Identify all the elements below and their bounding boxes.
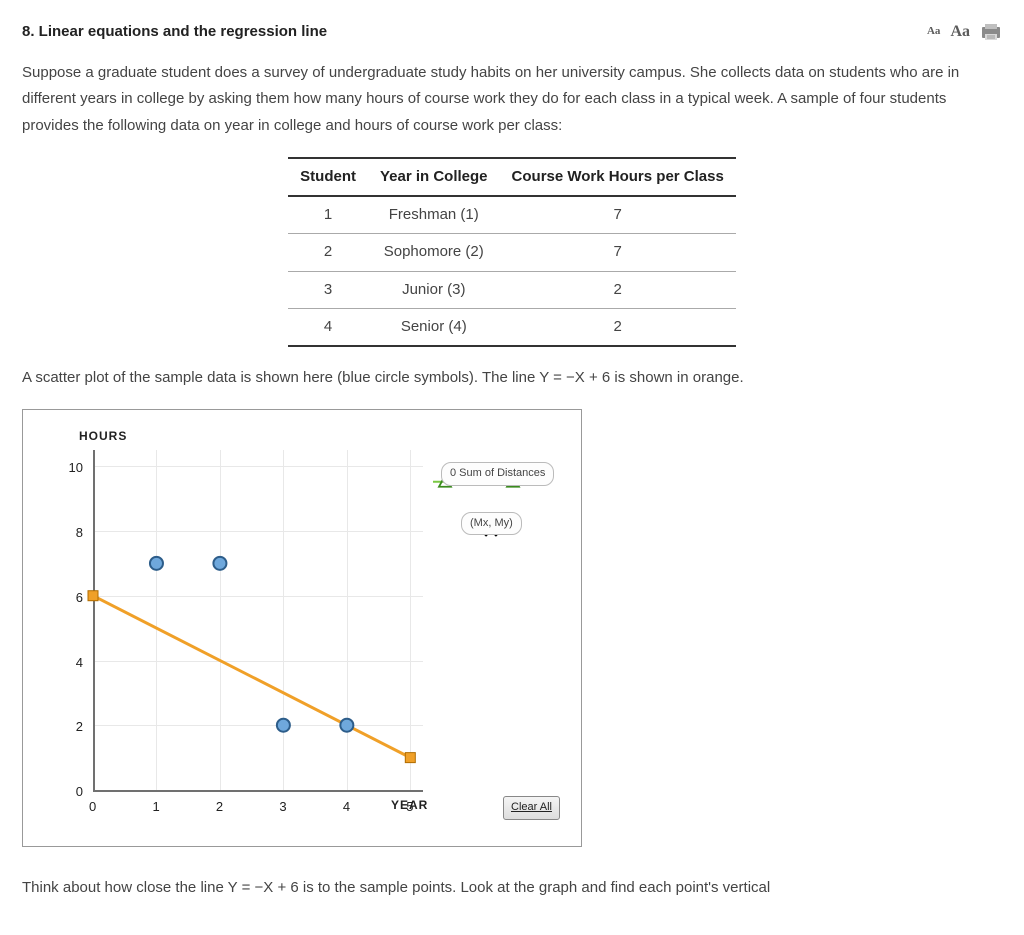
table-cell: 7 (500, 234, 736, 271)
table-cell: 4 (288, 308, 368, 346)
table-cell: 2 (500, 308, 736, 346)
col-header: Year in College (368, 158, 500, 196)
regression-line (93, 596, 410, 758)
data-point-icon (277, 719, 290, 732)
table-cell: Senior (4) (368, 308, 500, 346)
clear-all-button[interactable]: Clear All (503, 796, 560, 819)
table-cell: 1 (288, 196, 368, 234)
table-cell: 2 (500, 271, 736, 308)
sum-of-distances-button[interactable]: 0 Sum of Distances (441, 462, 554, 485)
table-row: 2Sophomore (2)7 (288, 234, 736, 271)
table-row: 4Senior (4)2 (288, 308, 736, 346)
font-decrease-button[interactable]: Aa (927, 22, 940, 41)
table-cell: 3 (288, 271, 368, 308)
footer-paragraph: Think about how close the line Y = −X + … (22, 875, 1002, 901)
col-header: Course Work Hours per Class (500, 158, 736, 196)
table-cell: 2 (288, 234, 368, 271)
table-row: 3Junior (3)2 (288, 271, 736, 308)
chart-container: HOURSYEAR02468100123450 Sum of Distances… (22, 409, 582, 847)
data-point-icon (150, 557, 163, 570)
table-cell: 7 (500, 196, 736, 234)
table-cell: Junior (3) (368, 271, 500, 308)
data-table: Student Year in College Course Work Hour… (288, 157, 736, 347)
intro-paragraph: Suppose a graduate student does a survey… (22, 60, 1002, 139)
data-point-icon (213, 557, 226, 570)
line-handle-icon[interactable] (88, 591, 98, 601)
font-increase-button[interactable]: Aa (950, 18, 970, 46)
font-toolbar: Aa Aa (927, 18, 1002, 46)
table-cell: Sophomore (2) (368, 234, 500, 271)
mean-point-button[interactable]: (Mx, My) (461, 512, 522, 535)
line-handle-icon[interactable] (405, 753, 415, 763)
chart-caption: A scatter plot of the sample data is sho… (22, 365, 1002, 391)
table-cell: Freshman (1) (368, 196, 500, 234)
print-icon[interactable] (980, 22, 1002, 42)
table-row: 1Freshman (1)7 (288, 196, 736, 234)
data-point-icon (340, 719, 353, 732)
col-header: Student (288, 158, 368, 196)
page-title: 8. Linear equations and the regression l… (22, 19, 327, 45)
